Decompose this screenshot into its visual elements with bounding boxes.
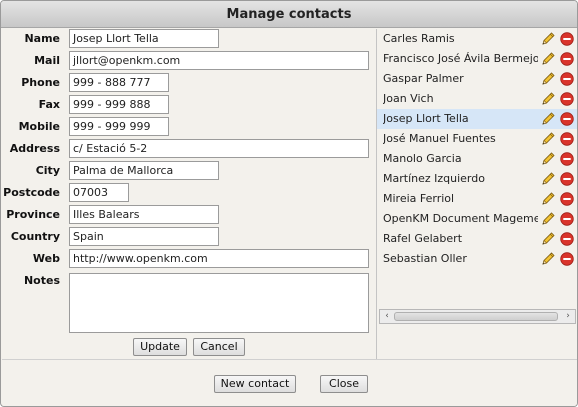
delete-icon[interactable] bbox=[560, 192, 574, 206]
delete-icon[interactable] bbox=[560, 32, 574, 46]
notes-textarea[interactable] bbox=[69, 273, 369, 333]
contact-list-item[interactable]: Rafel Gelabert bbox=[377, 229, 577, 249]
scroll-left-icon[interactable]: ‹ bbox=[380, 310, 394, 323]
mobile-label: Mobile bbox=[18, 120, 60, 133]
pencil-icon[interactable] bbox=[540, 71, 556, 87]
pencil-icon[interactable] bbox=[540, 91, 556, 107]
contact-name: José Manuel Fuentes bbox=[383, 132, 496, 145]
contact-list-item[interactable]: Carles Ramis bbox=[377, 29, 577, 49]
contact-form: Name Josep Llort Tella Mail jllort@openk… bbox=[2, 29, 376, 359]
contact-list-item[interactable]: OpenKM Document Magement bbox=[377, 209, 577, 229]
contact-name: Martínez Izquierdo bbox=[383, 172, 485, 185]
web-label: Web bbox=[32, 252, 60, 265]
delete-icon[interactable] bbox=[560, 112, 574, 126]
delete-icon[interactable] bbox=[560, 232, 574, 246]
contact-list: Carles Ramis Francisco José Ávila Bermejo… bbox=[377, 29, 577, 359]
contact-list-item[interactable]: Joan Vich bbox=[377, 89, 577, 109]
province-field[interactable]: Illes Balears bbox=[69, 205, 219, 224]
contact-name: Rafel Gelabert bbox=[383, 232, 463, 245]
city-field[interactable]: Palma de Mallorca bbox=[69, 161, 219, 180]
dialog-title: Manage contacts bbox=[1, 1, 577, 28]
new-contact-button[interactable]: New contact bbox=[214, 375, 296, 393]
pencil-icon[interactable] bbox=[540, 211, 556, 227]
contact-list-item[interactable]: José Manuel Fuentes bbox=[377, 129, 577, 149]
contact-list-item[interactable]: Gaspar Palmer bbox=[377, 69, 577, 89]
delete-icon[interactable] bbox=[560, 212, 574, 226]
mail-field[interactable]: jllort@openkm.com bbox=[69, 51, 369, 70]
contact-name: Sebastian Oller bbox=[383, 252, 467, 265]
delete-icon[interactable] bbox=[560, 72, 574, 86]
contact-list-item[interactable]: Manolo Garcia bbox=[377, 149, 577, 169]
cancel-button[interactable]: Cancel bbox=[193, 338, 245, 356]
contact-name: Joan Vich bbox=[383, 92, 434, 105]
delete-icon[interactable] bbox=[560, 52, 574, 66]
city-label: City bbox=[35, 164, 60, 177]
notes-label: Notes bbox=[23, 274, 60, 287]
update-button[interactable]: Update bbox=[133, 338, 187, 356]
contact-list-item[interactable]: Josep Llort Tella bbox=[377, 109, 577, 129]
scroll-right-icon[interactable]: › bbox=[561, 310, 575, 323]
pencil-icon[interactable] bbox=[540, 131, 556, 147]
manage-contacts-dialog: Manage contacts Name Josep Llort Tella M… bbox=[0, 0, 578, 407]
delete-icon[interactable] bbox=[560, 152, 574, 166]
postcode-field[interactable]: 07003 bbox=[69, 183, 129, 202]
contact-list-item[interactable]: Sebastian Oller bbox=[377, 249, 577, 269]
fax-field[interactable]: 999 - 999 888 bbox=[69, 95, 169, 114]
phone-field[interactable]: 999 - 888 777 bbox=[69, 73, 169, 92]
fax-label: Fax bbox=[38, 98, 60, 111]
dialog-footer: New contact Close bbox=[2, 360, 577, 406]
contact-name: Mireia Ferriol bbox=[383, 192, 455, 205]
pencil-icon[interactable] bbox=[540, 151, 556, 167]
address-label: Address bbox=[9, 142, 60, 155]
name-field[interactable]: Josep Llort Tella bbox=[69, 29, 219, 48]
pencil-icon[interactable] bbox=[540, 111, 556, 127]
mail-label: Mail bbox=[34, 54, 60, 67]
contact-name: Josep Llort Tella bbox=[383, 112, 469, 125]
contact-name: Gaspar Palmer bbox=[383, 72, 464, 85]
mobile-field[interactable]: 999 - 999 999 bbox=[69, 117, 169, 136]
province-label: Province bbox=[6, 208, 60, 221]
delete-icon[interactable] bbox=[560, 172, 574, 186]
web-field[interactable]: http://www.openkm.com bbox=[69, 249, 369, 268]
close-button[interactable]: Close bbox=[320, 375, 368, 393]
scrollbar-thumb[interactable] bbox=[394, 312, 558, 321]
pencil-icon[interactable] bbox=[540, 251, 556, 267]
pencil-icon[interactable] bbox=[540, 191, 556, 207]
pencil-icon[interactable] bbox=[540, 51, 556, 67]
pencil-icon[interactable] bbox=[540, 231, 556, 247]
delete-icon[interactable] bbox=[560, 132, 574, 146]
name-label: Name bbox=[24, 32, 60, 45]
address-field[interactable]: c/ Estació 5-2 bbox=[69, 139, 369, 158]
contact-name: Francisco José Ávila Bermejo bbox=[383, 52, 538, 65]
phone-label: Phone bbox=[21, 76, 60, 89]
contact-list-item[interactable]: Mireia Ferriol bbox=[377, 189, 577, 209]
country-label: Country bbox=[10, 230, 60, 243]
delete-icon[interactable] bbox=[560, 252, 574, 266]
contact-name: OpenKM Document Magement bbox=[383, 212, 538, 225]
contact-name: Manolo Garcia bbox=[383, 152, 462, 165]
horizontal-scrollbar[interactable]: ‹ › bbox=[379, 309, 576, 324]
pencil-icon[interactable] bbox=[540, 31, 556, 47]
delete-icon[interactable] bbox=[560, 92, 574, 106]
contact-list-item[interactable]: Francisco José Ávila Bermejo bbox=[377, 49, 577, 69]
postcode-label: Postcode bbox=[3, 186, 60, 199]
country-field[interactable]: Spain bbox=[69, 227, 219, 246]
contact-list-item[interactable]: Martínez Izquierdo bbox=[377, 169, 577, 189]
pencil-icon[interactable] bbox=[540, 171, 556, 187]
contact-name: Carles Ramis bbox=[383, 32, 455, 45]
